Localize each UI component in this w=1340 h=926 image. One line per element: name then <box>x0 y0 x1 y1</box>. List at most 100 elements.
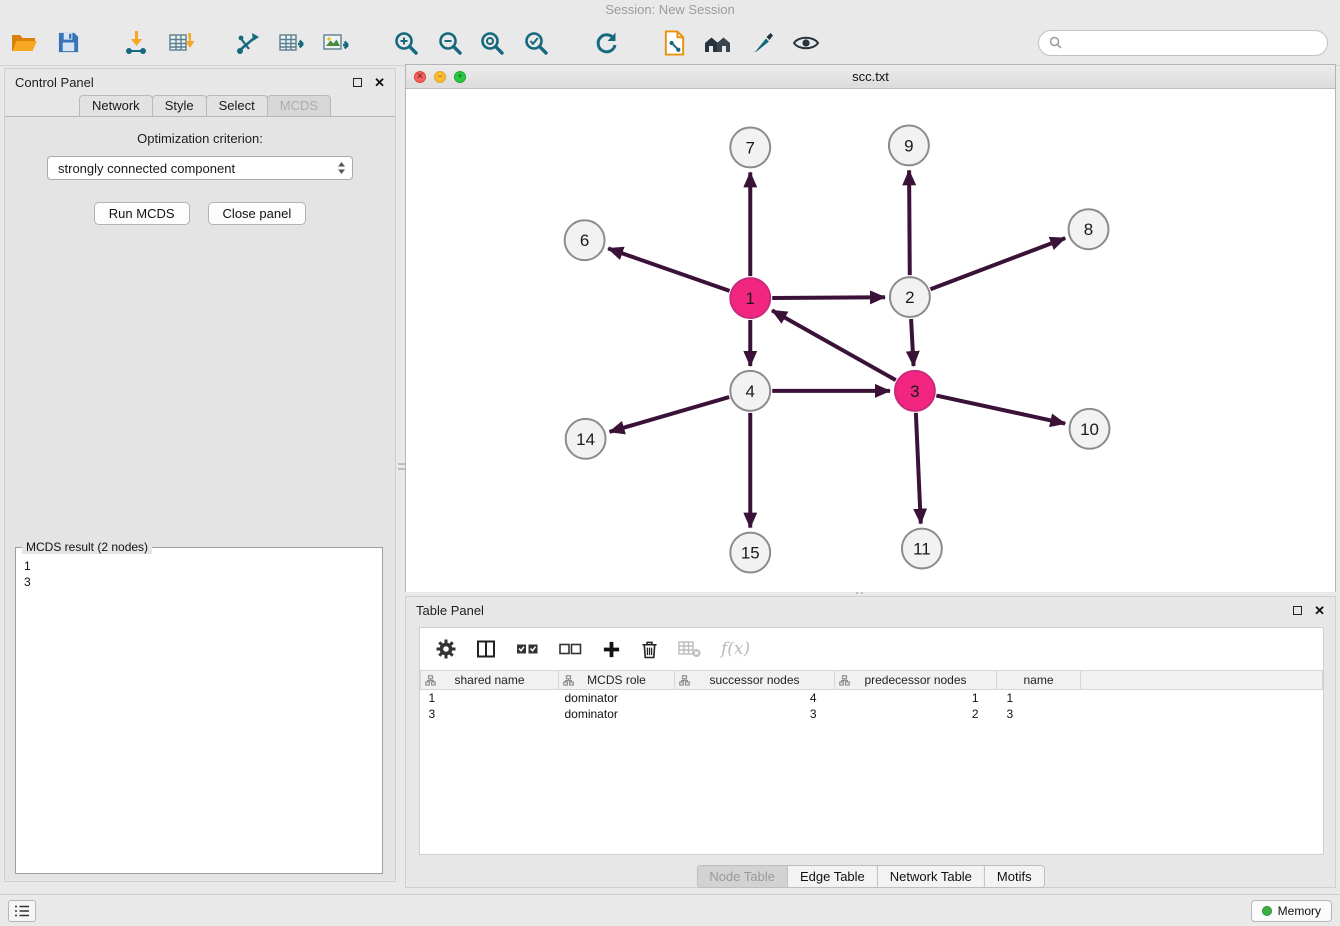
close-panel-icon[interactable]: ✕ <box>374 78 385 87</box>
graph-node-4[interactable]: 4 <box>730 371 770 411</box>
column-header-name[interactable]: name <box>997 671 1081 690</box>
graph-edge-3-11[interactable] <box>916 413 921 524</box>
cell-name[interactable]: 3 <box>997 706 1081 722</box>
tab-motifs[interactable]: Motifs <box>985 866 1044 887</box>
graph-node-6[interactable]: 6 <box>565 220 605 260</box>
cell-mcds_role[interactable]: dominator <box>559 690 675 706</box>
column-header-successor-nodes[interactable]: successor nodes <box>675 671 835 690</box>
app-title: Session: New Session <box>605 2 734 17</box>
tab-edge-table[interactable]: Edge Table <box>788 866 878 887</box>
cell-shared_name[interactable]: 1 <box>421 690 559 706</box>
new-network-from-selection-icon[interactable] <box>656 25 692 61</box>
tab-node-table[interactable]: Node Table <box>697 866 788 887</box>
first-neighbors-icon[interactable] <box>230 25 266 61</box>
search-icon <box>1049 36 1062 49</box>
memory-button[interactable]: Memory <box>1251 900 1332 922</box>
deselect-all-icon[interactable] <box>559 641 582 657</box>
zoom-selected-icon[interactable] <box>518 25 554 61</box>
graph-node-10[interactable]: 10 <box>1070 409 1110 449</box>
zoom-out-icon[interactable] <box>432 25 468 61</box>
search-input[interactable] <box>1068 35 1317 50</box>
float-panel-icon[interactable] <box>353 78 362 87</box>
select-all-icon[interactable] <box>516 641 539 657</box>
show-all-networks-icon[interactable] <box>700 25 736 61</box>
mcds-result-title: MCDS result (2 nodes) <box>22 540 152 554</box>
graph-edge-1-6[interactable] <box>608 248 729 290</box>
cell-name[interactable]: 1 <box>997 690 1081 706</box>
show-hide-panel-icon[interactable] <box>788 25 824 61</box>
graph-edge-4-14[interactable] <box>610 397 730 432</box>
zoom-in-icon[interactable] <box>388 25 424 61</box>
graph-node-label: 3 <box>910 382 919 401</box>
tab-network-table[interactable]: Network Table <box>878 866 985 887</box>
criterion-select[interactable]: strongly connected component <box>47 156 353 180</box>
graph-node-label: 2 <box>905 288 914 307</box>
import-table-icon[interactable] <box>164 25 200 61</box>
open-session-icon[interactable] <box>6 25 42 61</box>
delete-table-icon[interactable] <box>678 640 701 658</box>
node-table-area: f(x) shared name MCDS role <box>419 627 1324 855</box>
graph-edge-3-1[interactable] <box>772 310 896 380</box>
graph-node-15[interactable]: 15 <box>730 533 770 573</box>
close-table-panel-icon[interactable]: ✕ <box>1314 606 1325 615</box>
cell-mcds_role[interactable]: dominator <box>559 706 675 722</box>
cell-successor_nodes[interactable]: 3 <box>675 706 835 722</box>
table-panel: Table Panel ✕ <box>405 596 1336 888</box>
graph-edge-1-2[interactable] <box>772 297 885 298</box>
export-image-icon[interactable] <box>318 25 354 61</box>
zoom-fit-icon[interactable] <box>474 25 510 61</box>
tab-style[interactable]: Style <box>152 95 207 116</box>
cell-filler <box>1081 706 1323 722</box>
network-graph[interactable]: 7 9 6 8 1 2 4 3 14 10 15 11 <box>406 89 1335 592</box>
tab-mcds[interactable]: MCDS <box>267 95 331 116</box>
graph-node-7[interactable]: 7 <box>730 127 770 167</box>
cell-predecessor_nodes[interactable]: 2 <box>835 706 997 722</box>
show-columns-icon[interactable] <box>476 639 496 659</box>
search-box[interactable] <box>1038 30 1328 56</box>
criterion-select-value: strongly connected component <box>58 161 337 176</box>
apply-style-icon[interactable] <box>744 25 780 61</box>
graph-edge-2-9[interactable] <box>909 170 910 275</box>
control-panel: Control Panel ✕ Network Style Select MCD… <box>4 68 396 882</box>
cell-shared_name[interactable]: 3 <box>421 706 559 722</box>
tab-select[interactable]: Select <box>206 95 268 116</box>
import-network-icon[interactable] <box>118 25 154 61</box>
save-session-icon[interactable] <box>50 25 86 61</box>
status-bar: Memory <box>0 894 1340 926</box>
cell-predecessor_nodes[interactable]: 1 <box>835 690 997 706</box>
close-panel-button[interactable]: Close panel <box>208 202 307 225</box>
apply-layout-icon[interactable] <box>588 25 624 61</box>
optimization-criterion-label: Optimization criterion: <box>5 131 395 146</box>
column-header-mcds-role[interactable]: MCDS role <box>559 671 675 690</box>
graph-edge-2-8[interactable] <box>930 238 1065 289</box>
table-row[interactable]: 1dominator411 <box>421 690 1323 706</box>
graph-node-2[interactable]: 2 <box>890 277 930 317</box>
task-list-icon <box>14 904 30 918</box>
tab-network[interactable]: Network <box>79 95 153 116</box>
graph-node-8[interactable]: 8 <box>1069 209 1109 249</box>
table-row[interactable]: 3dominator323 <box>421 706 1323 722</box>
app-title-bar: Session: New Session <box>0 0 1340 20</box>
cell-successor_nodes[interactable]: 4 <box>675 690 835 706</box>
float-table-panel-icon[interactable] <box>1293 606 1302 615</box>
export-table-icon[interactable] <box>274 25 310 61</box>
graph-node-11[interactable]: 11 <box>902 529 942 569</box>
function-builder-icon[interactable]: f(x) <box>721 639 750 659</box>
add-row-icon[interactable] <box>602 640 621 659</box>
graph-node-14[interactable]: 14 <box>566 419 606 459</box>
vertical-splitter-handle[interactable] <box>398 460 405 482</box>
table-settings-icon[interactable] <box>436 639 456 659</box>
graph-node-1[interactable]: 1 <box>730 278 770 318</box>
column-header-predecessor-nodes[interactable]: predecessor nodes <box>835 671 997 690</box>
graph-edge-3-10[interactable] <box>936 396 1065 424</box>
run-mcds-button[interactable]: Run MCDS <box>94 202 190 225</box>
column-header-shared-name[interactable]: shared name <box>421 671 559 690</box>
network-window-titlebar[interactable]: scc.txt ✕ − + <box>406 65 1335 89</box>
graph-node-3[interactable]: 3 <box>895 371 935 411</box>
delete-row-icon[interactable] <box>641 639 658 659</box>
graph-edge-2-3[interactable] <box>911 319 913 366</box>
network-canvas[interactable]: 7 9 6 8 1 2 4 3 14 10 15 11 <box>406 89 1335 592</box>
task-history-button[interactable] <box>8 900 36 922</box>
graph-node-9[interactable]: 9 <box>889 125 929 165</box>
graph-node-label: 8 <box>1084 220 1093 239</box>
